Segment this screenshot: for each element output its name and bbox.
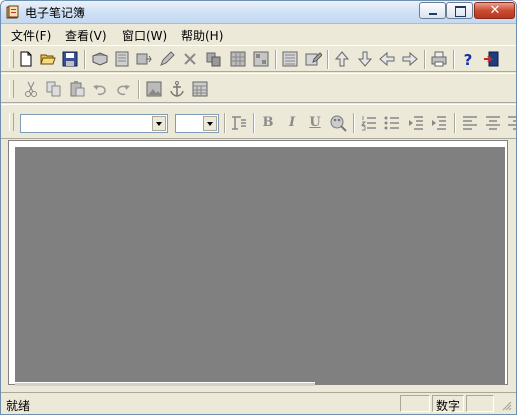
main-toolbar: ? bbox=[1, 45, 516, 72]
font-name-select[interactable] bbox=[20, 114, 168, 133]
arrow-left-icon[interactable] bbox=[378, 50, 396, 68]
decrease-indent-icon[interactable] bbox=[407, 114, 425, 132]
underline-button[interactable]: U bbox=[306, 114, 324, 132]
close-icon: ✕ bbox=[489, 3, 501, 18]
status-pane-empty-2 bbox=[466, 395, 494, 412]
arrow-up-icon[interactable] bbox=[333, 50, 351, 68]
numlock-indicator: 数字 bbox=[436, 399, 461, 413]
exit-door-icon[interactable] bbox=[483, 50, 501, 68]
undo-icon[interactable] bbox=[91, 80, 109, 98]
cut-icon[interactable] bbox=[22, 80, 40, 98]
toolbar-grip[interactable] bbox=[9, 80, 14, 98]
toolbar-separator bbox=[275, 50, 277, 69]
font-color-icon[interactable] bbox=[329, 114, 347, 132]
book-icon[interactable] bbox=[91, 50, 109, 68]
mdi-client-area[interactable] bbox=[8, 140, 508, 386]
increase-indent-icon[interactable] bbox=[430, 114, 448, 132]
toolbar-grip[interactable] bbox=[9, 113, 14, 131]
edit-toolbar bbox=[1, 73, 516, 103]
format-toolbar: B I U bbox=[1, 104, 516, 139]
arrow-right-icon[interactable] bbox=[401, 50, 419, 68]
insert-image-icon[interactable] bbox=[145, 80, 163, 98]
align-left-icon[interactable] bbox=[461, 114, 479, 132]
main-window: 电子笔记簿 ✕ 文件(F) 查看(V) 窗口(W) 帮助(H) ? B I U … bbox=[0, 0, 517, 415]
status-text: 就绪 bbox=[6, 399, 31, 413]
edit-page-icon[interactable] bbox=[304, 50, 322, 68]
document-workspace[interactable] bbox=[15, 147, 505, 385]
toolbar-separator bbox=[453, 50, 455, 69]
minimize-icon bbox=[429, 13, 437, 15]
open-folder-icon[interactable] bbox=[39, 50, 57, 68]
page-grid-2-icon[interactable] bbox=[252, 50, 270, 68]
menu-file[interactable]: 文件(F) bbox=[11, 27, 51, 44]
new-file-icon[interactable] bbox=[17, 50, 35, 68]
svg-text:?: ? bbox=[464, 51, 473, 68]
horizontal-scroll-edge bbox=[15, 382, 315, 386]
title-bar[interactable]: 电子笔记簿 ✕ bbox=[1, 1, 516, 24]
pencil-icon[interactable] bbox=[158, 50, 176, 68]
bullet-list-icon[interactable] bbox=[383, 114, 401, 132]
minimize-button[interactable] bbox=[419, 2, 446, 19]
align-center-icon[interactable] bbox=[484, 114, 502, 132]
toolbar-separator bbox=[138, 80, 140, 99]
font-size-dropdown-icon[interactable] bbox=[203, 116, 217, 131]
calendar-icon[interactable] bbox=[191, 80, 209, 98]
font-name-dropdown-icon[interactable] bbox=[152, 116, 166, 131]
close-button[interactable]: ✕ bbox=[474, 2, 515, 19]
menu-bar: 文件(F) 查看(V) 窗口(W) 帮助(H) bbox=[1, 24, 516, 45]
align-right-icon[interactable] bbox=[506, 114, 516, 132]
status-bar: 就绪 数字 bbox=[1, 392, 516, 414]
notebook-icon[interactable] bbox=[113, 50, 131, 68]
help-question-icon[interactable]: ? bbox=[459, 50, 477, 68]
toolbar-separator bbox=[84, 50, 86, 69]
page-grid-icon[interactable] bbox=[229, 50, 247, 68]
maximize-icon bbox=[455, 6, 466, 17]
toolbar-separator bbox=[253, 113, 255, 133]
arrow-down-icon[interactable] bbox=[356, 50, 374, 68]
delete-x-icon[interactable] bbox=[181, 50, 199, 68]
redo-icon[interactable] bbox=[114, 80, 132, 98]
toolbar-grip[interactable] bbox=[9, 50, 14, 68]
toolbar-separator bbox=[424, 50, 426, 69]
maximize-button[interactable] bbox=[446, 2, 473, 19]
menu-view[interactable]: 查看(V) bbox=[65, 27, 107, 44]
menu-window[interactable]: 窗口(W) bbox=[122, 27, 167, 44]
numbered-list-icon[interactable] bbox=[360, 114, 378, 132]
toolbar-separator bbox=[224, 113, 226, 133]
anchor-icon[interactable] bbox=[168, 80, 186, 98]
window-title: 电子笔记簿 bbox=[25, 6, 86, 20]
toolbar-separator bbox=[353, 113, 355, 133]
font-size-select[interactable] bbox=[175, 114, 219, 133]
resize-grip-icon[interactable] bbox=[500, 399, 512, 411]
copy-pages-icon[interactable] bbox=[205, 50, 223, 68]
printer-icon[interactable] bbox=[430, 50, 448, 68]
app-notebook-icon bbox=[6, 5, 20, 19]
toolbar-separator bbox=[454, 113, 456, 133]
list-page-icon[interactable] bbox=[281, 50, 299, 68]
toolbar-separator bbox=[327, 50, 329, 69]
italic-button[interactable]: I bbox=[283, 114, 301, 132]
line-spacing-icon[interactable] bbox=[230, 114, 248, 132]
menu-help[interactable]: 帮助(H) bbox=[181, 27, 223, 44]
status-pane-empty bbox=[400, 395, 430, 412]
save-disk-icon[interactable] bbox=[61, 50, 79, 68]
paste-icon[interactable] bbox=[68, 80, 86, 98]
folder-arrow-icon[interactable] bbox=[135, 50, 153, 68]
status-pane-numlock: 数字 bbox=[432, 395, 464, 413]
bold-button[interactable]: B bbox=[259, 114, 277, 132]
copy-icon[interactable] bbox=[45, 80, 63, 98]
